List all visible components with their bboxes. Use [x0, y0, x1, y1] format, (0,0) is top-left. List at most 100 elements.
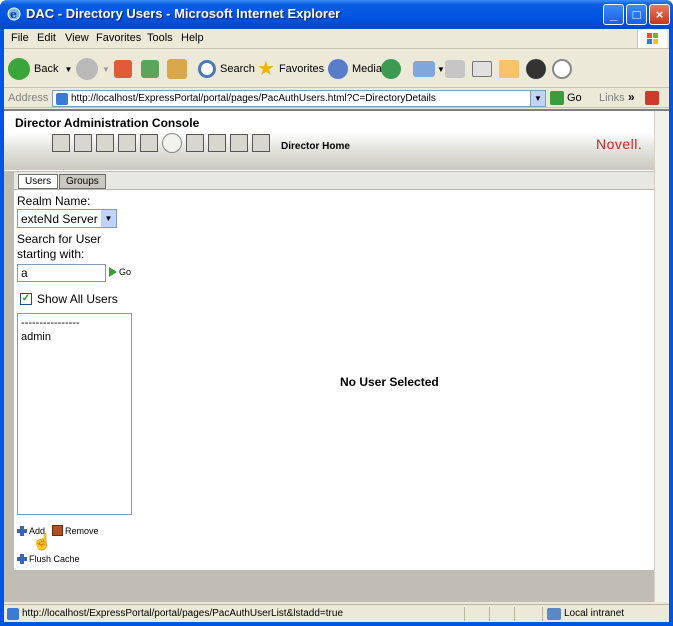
address-input[interactable]: http://localhost/ExpressPortal/portal/pa… — [52, 90, 546, 107]
messenger-icon — [552, 59, 572, 79]
search-go-button[interactable]: Go — [109, 267, 131, 277]
status-divider — [464, 607, 465, 621]
nav-tools-icon[interactable] — [140, 134, 158, 152]
chevron-down-icon: ▼ — [64, 64, 73, 74]
nav-content-icon[interactable] — [186, 134, 204, 152]
tab-users[interactable]: Users — [18, 174, 59, 189]
address-label: Address — [8, 92, 49, 104]
browser-window: e DAC - Directory Users - Microsoft Inte… — [0, 0, 673, 626]
search-button[interactable]: Search — [198, 56, 255, 82]
menu-tools[interactable]: Tools — [147, 32, 173, 44]
links-label[interactable]: Links — [599, 92, 625, 104]
edit-icon — [472, 61, 492, 77]
discuss-button[interactable] — [499, 56, 519, 82]
hand-cursor-icon: ☝ — [32, 534, 52, 551]
minimize-button[interactable]: _ — [603, 4, 624, 25]
media-icon — [328, 59, 348, 79]
nav-pages-icon[interactable] — [208, 134, 226, 152]
director-home-link[interactable]: Director Home — [281, 141, 350, 152]
media-button[interactable]: Media — [328, 56, 382, 82]
page-scrollbar[interactable] — [654, 111, 669, 602]
remove-icon — [52, 525, 63, 536]
refresh-icon — [141, 60, 159, 78]
back-arrow-icon — [8, 58, 30, 80]
nav-users-icon[interactable] — [96, 134, 114, 152]
title-bar[interactable]: e DAC - Directory Users - Microsoft Inte… — [0, 0, 673, 29]
menu-help[interactable]: Help — [181, 32, 204, 44]
print-button[interactable] — [445, 56, 465, 82]
browser-client: File Edit View Favorites Tools Help Back… — [4, 29, 669, 622]
refresh-button[interactable] — [141, 56, 159, 82]
mail-button[interactable]: ▼ — [413, 56, 445, 82]
addon-icon[interactable] — [645, 91, 659, 105]
go-button[interactable]: Go — [550, 91, 582, 105]
chevron-down-icon[interactable]: ▼ — [530, 91, 545, 106]
tab-groups[interactable]: Groups — [59, 174, 106, 189]
search-label-line2: starting with: — [17, 247, 85, 261]
forward-arrow-icon — [76, 58, 98, 80]
menu-favorites[interactable]: Favorites — [96, 32, 141, 44]
page-title: Director Administration Console — [15, 116, 200, 130]
search-icon — [198, 60, 216, 78]
nav-home-icon[interactable] — [252, 134, 270, 152]
nav-band: Director Home Novell. — [4, 132, 654, 170]
window-title: DAC - Directory Users - Microsoft Intern… — [26, 6, 341, 21]
windows-logo-icon — [637, 30, 667, 48]
status-divider — [542, 607, 543, 621]
chevron-down-icon: ▼ — [102, 64, 110, 74]
go-arrow-icon — [550, 91, 564, 105]
zone-label: Local intranet — [564, 608, 625, 619]
close-button[interactable]: × — [649, 4, 670, 25]
address-bar: Address http://localhost/ExpressPortal/p… — [4, 89, 669, 108]
show-all-label: Show All Users — [37, 292, 118, 306]
plus-icon — [17, 526, 27, 536]
mail-icon — [413, 61, 435, 77]
toolbar: Back ▼ ▼ Search ★ Favorites Media ▼ — [4, 50, 669, 88]
nav-security-icon[interactable] — [118, 134, 136, 152]
maximize-button[interactable]: □ — [626, 4, 647, 25]
dac-header: Director Administration Console Director… — [4, 111, 654, 171]
menu-file[interactable]: File — [11, 32, 29, 44]
address-url: http://localhost/ExpressPortal/portal/pa… — [71, 93, 436, 104]
intranet-zone-icon — [547, 608, 561, 620]
menu-edit[interactable]: Edit — [37, 32, 56, 44]
stop-button[interactable] — [114, 56, 132, 82]
stop-icon — [114, 60, 132, 78]
status-bar: http://localhost/ExpressPortal/portal/pa… — [4, 604, 669, 622]
flush-cache-button[interactable]: Flush Cache — [17, 554, 80, 564]
edit-button[interactable] — [472, 56, 492, 82]
realm-label: Realm Name: — [17, 194, 91, 208]
remove-button[interactable]: Remove — [52, 525, 99, 536]
research-button[interactable] — [526, 56, 546, 82]
list-item[interactable]: admin — [21, 331, 51, 343]
realm-select[interactable]: exteNd Server ▼ — [17, 209, 117, 228]
novell-logo: Novell. — [596, 136, 643, 152]
home-icon — [167, 59, 187, 79]
nav-servers-icon[interactable] — [52, 134, 70, 152]
list-item[interactable]: ---------------- — [21, 317, 80, 329]
history-button[interactable] — [381, 56, 401, 82]
discuss-icon — [499, 60, 519, 78]
svg-text:e: e — [10, 8, 17, 21]
favorites-button[interactable]: ★ Favorites — [257, 56, 324, 82]
page-icon — [56, 93, 68, 105]
home-button[interactable] — [167, 56, 187, 82]
chevron-down-icon: ▼ — [437, 64, 445, 74]
menu-view[interactable]: View — [65, 32, 89, 44]
show-all-checkbox[interactable]: ✓ — [20, 293, 32, 305]
chevron-right-icon[interactable]: » — [628, 90, 635, 104]
user-listbox[interactable]: ---------------- admin — [17, 313, 132, 515]
nav-portal-icon[interactable] — [74, 134, 92, 152]
plus-icon — [17, 554, 27, 564]
chevron-down-icon[interactable]: ▼ — [101, 210, 116, 227]
nav-directory-icon[interactable] — [162, 133, 182, 153]
nav-workflow-icon[interactable] — [230, 134, 248, 152]
search-input[interactable]: a — [17, 264, 106, 282]
tab-bar: Users Groups — [14, 172, 654, 190]
ie-icon: e — [7, 7, 21, 21]
printer-icon — [445, 60, 465, 78]
research-icon — [526, 59, 546, 79]
back-button[interactable]: Back ▼ — [8, 56, 72, 82]
messenger-button[interactable] — [552, 56, 572, 82]
forward-button[interactable]: ▼ — [76, 56, 110, 82]
